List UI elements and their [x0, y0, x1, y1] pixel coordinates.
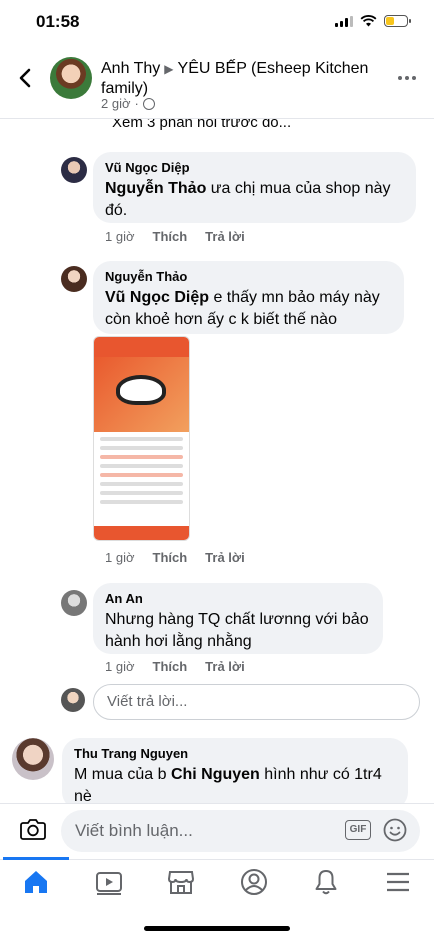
comment-text: Nguyễn Thảo ưa chị mua của shop này đó. [105, 180, 391, 219]
gif-button[interactable]: GIF [345, 820, 371, 840]
caret-right-icon: ▶ [164, 62, 174, 76]
reply-button[interactable]: Trả lời [205, 229, 245, 244]
commenter-name[interactable]: An An [105, 591, 371, 607]
avatar[interactable] [61, 157, 87, 183]
comment-time: 1 giờ [105, 659, 135, 674]
profile-icon[interactable] [240, 868, 268, 896]
like-button[interactable]: Thích [153, 550, 188, 565]
reply-input[interactable]: Viết trả lời... [93, 684, 420, 720]
commenter-name[interactable]: Thu Trang Nguyen [74, 746, 396, 762]
comment-bubble: Thu Trang Nguyen M mua của b Chi Nguyen … [62, 738, 408, 810]
comment-bubble: An An Nhưng hàng TQ chất lươnng với bảo … [93, 583, 383, 654]
comment-actions: 1 giờ Thích Trả lời [105, 229, 245, 244]
back-icon[interactable] [14, 66, 38, 90]
comment-actions: 1 giờ Thích Trả lời [105, 659, 245, 674]
mention[interactable]: Nguyễn Thảo [105, 180, 206, 197]
commenter-name[interactable]: Vũ Ngọc Diệp [105, 160, 404, 176]
comment-text: Nhưng hàng TQ chất lươnng với bảo hành h… [105, 611, 369, 650]
comment-text: Vũ Ngọc Diệp e thấy mn bảo máy này còn k… [105, 289, 380, 328]
post-time: 2 giờ [101, 96, 131, 111]
author-avatar[interactable] [50, 57, 92, 99]
signal-icon [335, 15, 353, 27]
notifications-icon[interactable] [312, 868, 340, 896]
menu-icon[interactable] [384, 868, 412, 896]
post-meta: 2 giờ · [101, 96, 155, 111]
my-avatar [61, 688, 85, 712]
avatar[interactable] [61, 266, 87, 292]
comment-actions: 1 giờ Thích Trả lời [105, 550, 245, 565]
home-icon[interactable] [22, 868, 50, 896]
battery-icon [384, 15, 411, 27]
comment-text: M mua của b Chi Nguyen hình như có 1tr4 … [74, 766, 382, 805]
comment-bubble: Vũ Ngọc Diệp Nguyễn Thảo ưa chị mua của … [93, 152, 416, 223]
view-previous-replies[interactable]: Xem 3 phản hồi trước đó... [112, 119, 291, 133]
comment-time: 1 giờ [105, 550, 135, 565]
globe-icon [142, 97, 155, 110]
author-name[interactable]: Anh Thy [101, 60, 160, 77]
like-button[interactable]: Thích [153, 659, 188, 674]
home-indicator [144, 926, 290, 931]
camera-icon[interactable] [20, 818, 46, 840]
more-options-icon[interactable] [398, 76, 416, 80]
avatar[interactable] [61, 590, 87, 616]
attached-screenshot-image[interactable] [93, 336, 190, 541]
wifi-icon [360, 15, 377, 27]
comment-bubble: Nguyễn Thảo Vũ Ngọc Diệp e thấy mn bảo m… [93, 261, 404, 334]
commenter-name[interactable]: Nguyễn Thảo [105, 269, 392, 285]
comment-time: 1 giờ [105, 229, 135, 244]
reply-button[interactable]: Trả lời [205, 550, 245, 565]
reply-button[interactable]: Trả lời [205, 659, 245, 674]
mention[interactable]: Chi Nguyen [171, 766, 260, 783]
active-tab-indicator [3, 857, 69, 860]
like-button[interactable]: Thích [153, 229, 188, 244]
status-icons [335, 15, 411, 27]
avatar[interactable] [12, 738, 54, 780]
post-header-title: Anh Thy ▶ YÊU BẾP (Esheep Kitchen family) [101, 59, 371, 99]
marketplace-icon[interactable] [167, 868, 195, 896]
video-icon[interactable] [95, 868, 123, 896]
mention[interactable]: Vũ Ngọc Diệp [105, 289, 209, 306]
status-time: 01:58 [36, 12, 80, 31]
emoji-icon[interactable] [383, 818, 407, 842]
